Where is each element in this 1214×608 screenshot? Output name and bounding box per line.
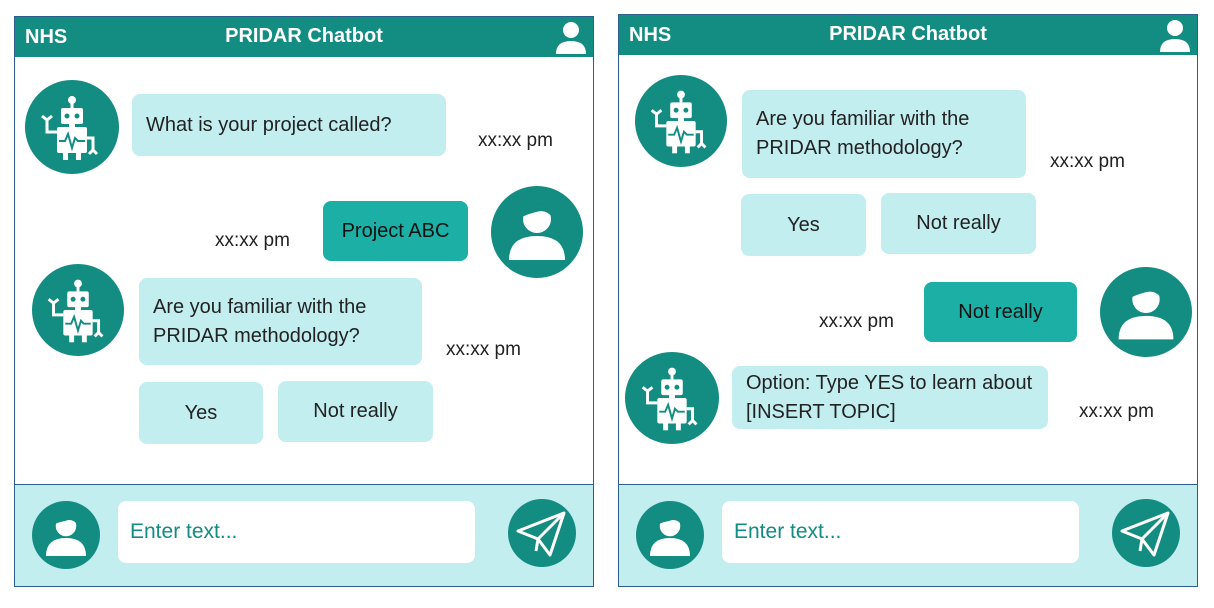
user-message: Not really (924, 282, 1077, 342)
bot-avatar (32, 264, 124, 356)
option-not-really-button[interactable]: Not really (278, 381, 433, 442)
message-input[interactable] (118, 501, 475, 563)
bot-avatar (25, 80, 119, 174)
robot-icon (641, 367, 698, 431)
user-icon[interactable] (1159, 18, 1191, 52)
user-avatar (491, 186, 583, 278)
bot-message: Are you familiar with the PRIDAR methodo… (742, 90, 1026, 178)
paper-plane-icon (1120, 511, 1170, 557)
chat-window-right: NHS PRIDAR Chatbot Are you familiar with… (618, 14, 1198, 587)
bot-avatar (635, 75, 727, 167)
chat-title: PRIDAR Chatbot (225, 25, 383, 47)
robot-icon (650, 90, 707, 154)
chat-header: NHS PRIDAR Chatbot (15, 17, 593, 57)
timestamp: xx:xx pm (819, 311, 894, 332)
user-icon (1118, 283, 1174, 340)
robot-icon (47, 279, 104, 343)
user-icon (46, 514, 86, 556)
bot-message: What is your project called? (132, 94, 446, 156)
user-message: Project ABC (323, 201, 468, 261)
chat-window-left: NHS PRIDAR Chatbot What is your project … (14, 16, 594, 587)
bot-avatar (625, 352, 719, 444)
option-yes-button[interactable]: Yes (139, 382, 263, 444)
chat-footer (619, 484, 1197, 586)
user-icon (509, 203, 565, 260)
message-input[interactable] (722, 501, 1079, 563)
user-icon[interactable] (555, 20, 587, 54)
chat-footer (15, 484, 593, 586)
bot-message: Option: Type YES to learn about [INSERT … (732, 366, 1048, 429)
user-avatar (636, 501, 704, 569)
user-avatar (32, 501, 100, 569)
user-avatar (1100, 267, 1192, 357)
chat-title: PRIDAR Chatbot (829, 23, 987, 45)
bot-message: Are you familiar with the PRIDAR methodo… (139, 278, 422, 365)
chat-header: NHS PRIDAR Chatbot (619, 15, 1197, 55)
user-icon (650, 514, 690, 556)
option-not-really-button[interactable]: Not really (881, 193, 1036, 254)
timestamp: xx:xx pm (1050, 151, 1125, 172)
timestamp: xx:xx pm (446, 339, 521, 360)
paper-plane-icon (516, 511, 566, 557)
timestamp: xx:xx pm (215, 230, 290, 251)
timestamp: xx:xx pm (1079, 401, 1154, 422)
send-button[interactable] (508, 499, 576, 567)
robot-icon (41, 96, 99, 160)
timestamp: xx:xx pm (478, 130, 553, 151)
send-button[interactable] (1112, 499, 1180, 567)
option-yes-button[interactable]: Yes (741, 194, 866, 256)
